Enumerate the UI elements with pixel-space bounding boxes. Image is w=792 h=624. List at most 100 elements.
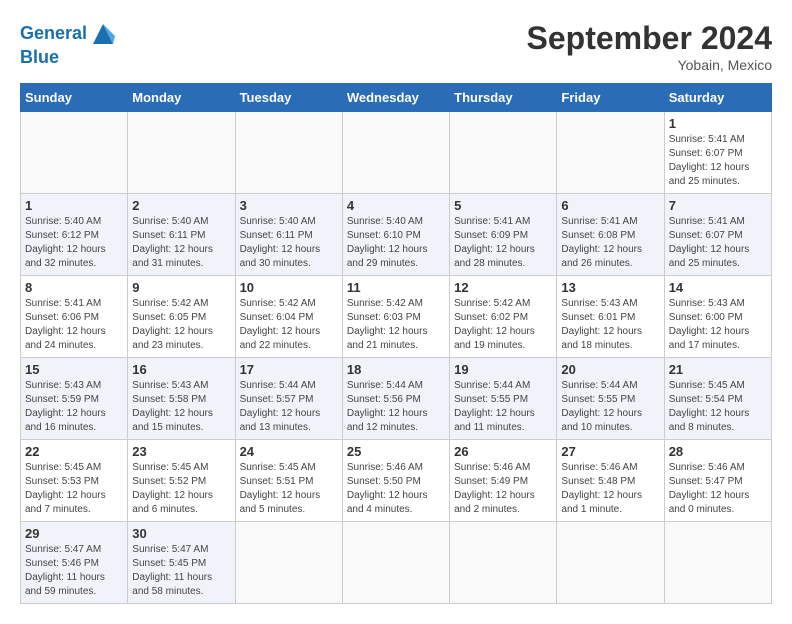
day-info: Sunrise: 5:41 AMSunset: 6:08 PMDaylight:…	[561, 215, 659, 271]
day-number: 16	[132, 362, 230, 377]
day-info: Sunrise: 5:45 AMSunset: 5:51 PMDaylight:…	[240, 461, 338, 517]
day-number: 13	[561, 280, 659, 295]
calendar-cell	[21, 112, 128, 194]
day-info: Sunrise: 5:46 AMSunset: 5:49 PMDaylight:…	[454, 461, 552, 517]
day-info: Sunrise: 5:44 AMSunset: 5:55 PMDaylight:…	[454, 379, 552, 435]
day-number: 17	[240, 362, 338, 377]
day-of-week-header: Wednesday	[342, 84, 449, 112]
calendar-week-row: 1 Sunrise: 5:40 AMSunset: 6:12 PMDaylight…	[21, 194, 772, 276]
day-number: 24	[240, 444, 338, 459]
day-info: Sunrise: 5:40 AMSunset: 6:10 PMDaylight:…	[347, 215, 445, 271]
calendar-cell: 4Sunrise: 5:40 AMSunset: 6:10 PMDaylight…	[342, 194, 449, 276]
location-title: Yobain, Mexico	[527, 57, 772, 73]
calendar-cell: 19 Sunrise: 5:44 AMSunset: 5:55 PMDayligh…	[450, 358, 557, 440]
title-block: September 2024 Yobain, Mexico	[527, 20, 772, 73]
day-number: 10	[240, 280, 338, 295]
calendar-cell: 26 Sunrise: 5:46 AMSunset: 5:49 PMDayligh…	[450, 440, 557, 522]
day-info: Sunrise: 5:40 AMSunset: 6:11 PMDaylight:…	[132, 215, 230, 271]
calendar-cell: 7 Sunrise: 5:41 AMSunset: 6:07 PMDaylight…	[664, 194, 771, 276]
day-info: Sunrise: 5:46 AMSunset: 5:47 PMDaylight:…	[669, 461, 767, 517]
calendar-cell	[128, 112, 235, 194]
calendar-cell	[664, 522, 771, 604]
header-row: SundayMondayTuesdayWednesdayThursdayFrid…	[21, 84, 772, 112]
calendar-cell: 10Sunrise: 5:42 AMSunset: 6:04 PMDayligh…	[235, 276, 342, 358]
logo-text: General Blue	[20, 20, 117, 68]
day-info: Sunrise: 5:43 AMSunset: 5:59 PMDaylight:…	[25, 379, 123, 435]
calendar-week-row: 22 Sunrise: 5:45 AMSunset: 5:53 PMDayligh…	[21, 440, 772, 522]
day-info: Sunrise: 5:42 AMSunset: 6:02 PMDaylight:…	[454, 297, 552, 353]
day-info: Sunrise: 5:44 AMSunset: 5:56 PMDaylight:…	[347, 379, 445, 435]
calendar-week-row: 15 Sunrise: 5:43 AMSunset: 5:59 PMDayligh…	[21, 358, 772, 440]
day-number: 30	[132, 526, 230, 541]
calendar-cell: 17 Sunrise: 5:44 AMSunset: 5:57 PMDayligh…	[235, 358, 342, 440]
calendar-cell: 15 Sunrise: 5:43 AMSunset: 5:59 PMDayligh…	[21, 358, 128, 440]
day-info: Sunrise: 5:41 AMSunset: 6:07 PMDaylight:…	[669, 215, 767, 271]
calendar-week-row: 1Sunrise: 5:41 AMSunset: 6:07 PMDaylight…	[21, 112, 772, 194]
day-number: 6	[561, 198, 659, 213]
calendar-cell	[450, 522, 557, 604]
day-number: 1	[669, 116, 767, 131]
day-number: 1	[25, 198, 123, 213]
logo-icon	[89, 20, 117, 48]
calendar-cell: 14Sunrise: 5:43 AMSunset: 6:00 PMDayligh…	[664, 276, 771, 358]
calendar-table: SundayMondayTuesdayWednesdayThursdayFrid…	[20, 83, 772, 604]
calendar-cell: 1Sunrise: 5:41 AMSunset: 6:07 PMDaylight…	[664, 112, 771, 194]
day-number: 26	[454, 444, 552, 459]
day-info: Sunrise: 5:45 AMSunset: 5:53 PMDaylight:…	[25, 461, 123, 517]
calendar-cell: 9 Sunrise: 5:42 AMSunset: 6:05 PMDaylight…	[128, 276, 235, 358]
calendar-cell: 29 Sunrise: 5:47 AMSunset: 5:46 PMDayligh…	[21, 522, 128, 604]
day-info: Sunrise: 5:40 AMSunset: 6:11 PMDaylight:…	[240, 215, 338, 271]
day-info: Sunrise: 5:45 AMSunset: 5:52 PMDaylight:…	[132, 461, 230, 517]
day-info: Sunrise: 5:41 AMSunset: 6:06 PMDaylight:…	[25, 297, 123, 353]
day-info: Sunrise: 5:44 AMSunset: 5:57 PMDaylight:…	[240, 379, 338, 435]
calendar-cell: 1 Sunrise: 5:40 AMSunset: 6:12 PMDaylight…	[21, 194, 128, 276]
calendar-cell: 3 Sunrise: 5:40 AMSunset: 6:11 PMDaylight…	[235, 194, 342, 276]
calendar-cell: 27 Sunrise: 5:46 AMSunset: 5:48 PMDayligh…	[557, 440, 664, 522]
day-number: 3	[240, 198, 338, 213]
day-number: 5	[454, 198, 552, 213]
calendar-cell: 25 Sunrise: 5:46 AMSunset: 5:50 PMDayligh…	[342, 440, 449, 522]
calendar-header: SundayMondayTuesdayWednesdayThursdayFrid…	[21, 84, 772, 112]
day-number: 7	[669, 198, 767, 213]
day-info: Sunrise: 5:41 AMSunset: 6:09 PMDaylight:…	[454, 215, 552, 271]
day-info: Sunrise: 5:44 AMSunset: 5:55 PMDaylight:…	[561, 379, 659, 435]
day-number: 19	[454, 362, 552, 377]
day-number: 9	[132, 280, 230, 295]
day-number: 14	[669, 280, 767, 295]
calendar-cell	[450, 112, 557, 194]
calendar-cell: 24 Sunrise: 5:45 AMSunset: 5:51 PMDayligh…	[235, 440, 342, 522]
calendar-cell	[557, 522, 664, 604]
day-number: 23	[132, 444, 230, 459]
calendar-week-row: 8Sunrise: 5:41 AMSunset: 6:06 PMDaylight…	[21, 276, 772, 358]
calendar-week-row: 29 Sunrise: 5:47 AMSunset: 5:46 PMDayligh…	[21, 522, 772, 604]
calendar-cell: 30 Sunrise: 5:47 AMSunset: 5:45 PMDayligh…	[128, 522, 235, 604]
day-number: 22	[25, 444, 123, 459]
calendar-cell: 5 Sunrise: 5:41 AMSunset: 6:09 PMDaylight…	[450, 194, 557, 276]
day-number: 28	[669, 444, 767, 459]
day-info: Sunrise: 5:42 AMSunset: 6:05 PMDaylight:…	[132, 297, 230, 353]
day-info: Sunrise: 5:40 AMSunset: 6:12 PMDaylight:…	[25, 215, 123, 271]
calendar-cell	[557, 112, 664, 194]
day-of-week-header: Monday	[128, 84, 235, 112]
day-number: 25	[347, 444, 445, 459]
day-of-week-header: Friday	[557, 84, 664, 112]
day-info: Sunrise: 5:46 AMSunset: 5:48 PMDaylight:…	[561, 461, 659, 517]
calendar-cell: 23 Sunrise: 5:45 AMSunset: 5:52 PMDayligh…	[128, 440, 235, 522]
day-info: Sunrise: 5:46 AMSunset: 5:50 PMDaylight:…	[347, 461, 445, 517]
day-of-week-header: Thursday	[450, 84, 557, 112]
day-number: 18	[347, 362, 445, 377]
day-of-week-header: Saturday	[664, 84, 771, 112]
day-info: Sunrise: 5:43 AMSunset: 6:01 PMDaylight:…	[561, 297, 659, 353]
calendar-cell: 11Sunrise: 5:42 AMSunset: 6:03 PMDayligh…	[342, 276, 449, 358]
day-number: 20	[561, 362, 659, 377]
day-number: 21	[669, 362, 767, 377]
day-info: Sunrise: 5:47 AMSunset: 5:46 PMDaylight:…	[25, 543, 123, 599]
day-info: Sunrise: 5:47 AMSunset: 5:45 PMDaylight:…	[132, 543, 230, 599]
day-number: 29	[25, 526, 123, 541]
day-number: 11	[347, 280, 445, 295]
calendar-cell: 6 Sunrise: 5:41 AMSunset: 6:08 PMDaylight…	[557, 194, 664, 276]
day-number: 27	[561, 444, 659, 459]
day-number: 15	[25, 362, 123, 377]
calendar-cell	[342, 112, 449, 194]
calendar-cell: 16Sunrise: 5:43 AMSunset: 5:58 PMDayligh…	[128, 358, 235, 440]
